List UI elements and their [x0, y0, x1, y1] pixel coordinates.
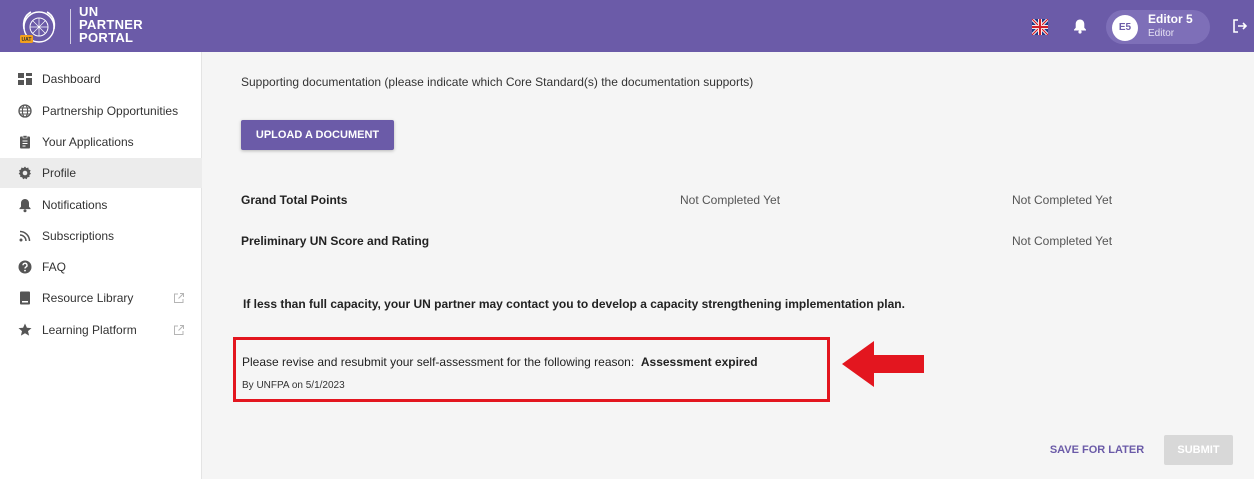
- portal-logo-text[interactable]: UN PARTNER PORTAL: [79, 5, 143, 44]
- red-arrow-icon: [842, 341, 924, 387]
- reason-prefix: Please revise and resubmit your self-ass…: [242, 355, 635, 369]
- upload-document-button[interactable]: UPLOAD A DOCUMENT: [241, 120, 394, 150]
- sidebar-item-label: Partnership Opportunities: [42, 104, 179, 118]
- logo-divider: [70, 9, 71, 44]
- sidebar-item-label: Profile: [42, 166, 77, 180]
- uk-flag-icon[interactable]: [1032, 19, 1048, 35]
- sidebar-item-partnership-opportunities[interactable]: Partnership Opportunities: [0, 96, 202, 126]
- sidebar-item-subscriptions[interactable]: Subscriptions: [0, 221, 202, 251]
- gear-icon: [18, 166, 31, 180]
- bell-icon: [19, 199, 31, 213]
- supporting-documentation-text: Supporting documentation (please indicat…: [241, 75, 754, 89]
- sidebar-item-resource-library[interactable]: Resource Library: [0, 283, 202, 313]
- star-icon: [18, 323, 32, 336]
- revision-reason-box: Please revise and resubmit your self-ass…: [233, 337, 830, 402]
- preliminary-score-label: Preliminary UN Score and Rating: [241, 234, 430, 248]
- grand-total-value: Not Completed Yet: [1012, 193, 1113, 207]
- avatar[interactable]: E5: [1112, 15, 1138, 41]
- external-link-icon: [174, 293, 184, 303]
- sidebar-item-dashboard[interactable]: Dashboard: [0, 64, 202, 94]
- capacity-notice: If less than full capacity, your UN part…: [243, 297, 905, 311]
- grand-total-value: Not Completed Yet: [680, 193, 781, 207]
- sidebar: Dashboard Partnership Opportunities Your…: [0, 52, 202, 479]
- preliminary-score-value: Not Completed Yet: [1012, 234, 1113, 248]
- sidebar-item-label: Subscriptions: [42, 229, 115, 243]
- sidebar-item-label: FAQ: [42, 260, 67, 274]
- sidebar-item-notifications[interactable]: Notifications: [0, 190, 202, 220]
- reason-value: Assessment expired: [640, 355, 758, 369]
- user-role: Editor: [1148, 28, 1175, 39]
- user-name[interactable]: Editor 5: [1148, 12, 1193, 26]
- notifications-bell-icon[interactable]: [1073, 18, 1087, 34]
- clipboard-icon: [20, 135, 30, 149]
- logo-line: PORTAL: [79, 30, 134, 45]
- sidebar-item-learning-platform[interactable]: Learning Platform: [0, 315, 202, 345]
- submit-button[interactable]: SUBMIT: [1164, 435, 1233, 465]
- un-emblem-icon[interactable]: UAT: [19, 7, 59, 47]
- revision-reason-text: Please revise and resubmit your self-ass…: [242, 355, 758, 369]
- svg-text:UAT: UAT: [22, 37, 32, 43]
- dashboard-icon: [18, 73, 32, 85]
- logout-icon[interactable]: [1232, 18, 1248, 34]
- sidebar-item-faq[interactable]: FAQ: [0, 252, 202, 282]
- rss-icon: [19, 230, 31, 242]
- book-icon: [20, 291, 30, 305]
- help-icon: [18, 260, 32, 274]
- grand-total-label: Grand Total Points: [241, 193, 348, 207]
- sidebar-item-profile[interactable]: Profile: [0, 158, 202, 188]
- sidebar-item-label: Dashboard: [42, 72, 101, 86]
- sidebar-item-label: Your Applications: [42, 135, 134, 149]
- sidebar-item-your-applications[interactable]: Your Applications: [0, 127, 202, 157]
- reason-attribution: By UNFPA on 5/1/2023: [242, 380, 345, 391]
- top-app-bar: UAT UN PARTNER PORTAL E5 Editor 5 Editor: [0, 0, 1254, 52]
- sidebar-item-label: Resource Library: [42, 291, 134, 305]
- save-for-later-button[interactable]: SAVE FOR LATER: [1043, 435, 1151, 465]
- sidebar-item-label: Notifications: [42, 198, 108, 212]
- globe-icon: [18, 104, 32, 118]
- external-link-icon: [174, 325, 184, 335]
- sidebar-item-label: Learning Platform: [42, 323, 137, 337]
- main-content: Supporting documentation (please indicat…: [203, 52, 1254, 479]
